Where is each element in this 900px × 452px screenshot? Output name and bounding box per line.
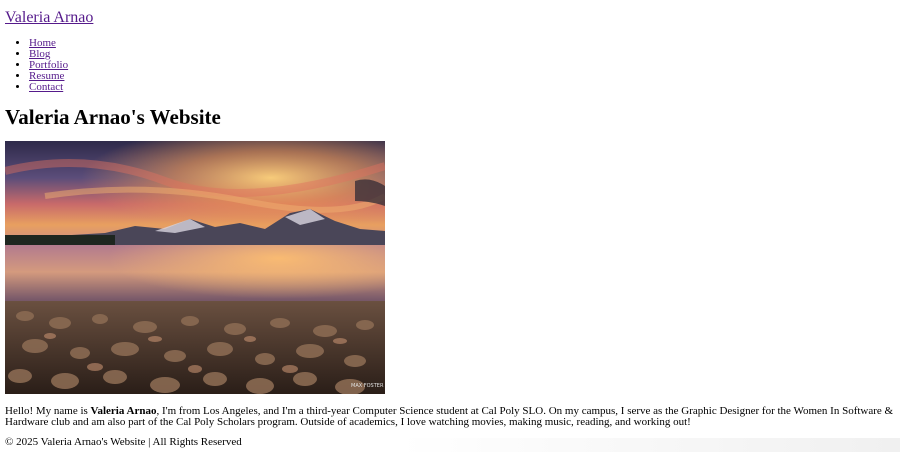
hero-image: MAX FOSTER — [5, 141, 385, 394]
intro-paragraph: Hello! My name is Valeria Arnao, I'm fro… — [5, 406, 895, 428]
site-title-text: Valeria Arnao — [5, 9, 94, 26]
site-title: Valeria Arnao — [5, 8, 93, 28]
page-heading: Valeria Arnao's Website — [5, 105, 221, 129]
bottom-shadow — [400, 438, 900, 452]
nav-link-contact[interactable]: Contact — [29, 81, 63, 93]
lake-landscape-image: MAX FOSTER — [5, 141, 385, 394]
site-title-link[interactable]: Valeria Arnao — [5, 9, 93, 26]
nav-item-contact: Contact — [29, 82, 68, 93]
footer: © 2025 Valeria Arnao's Website | All Rig… — [5, 436, 242, 448]
main-nav: Home Blog Portfolio Resume Contact — [0, 38, 68, 93]
image-watermark: MAX FOSTER — [351, 383, 384, 389]
